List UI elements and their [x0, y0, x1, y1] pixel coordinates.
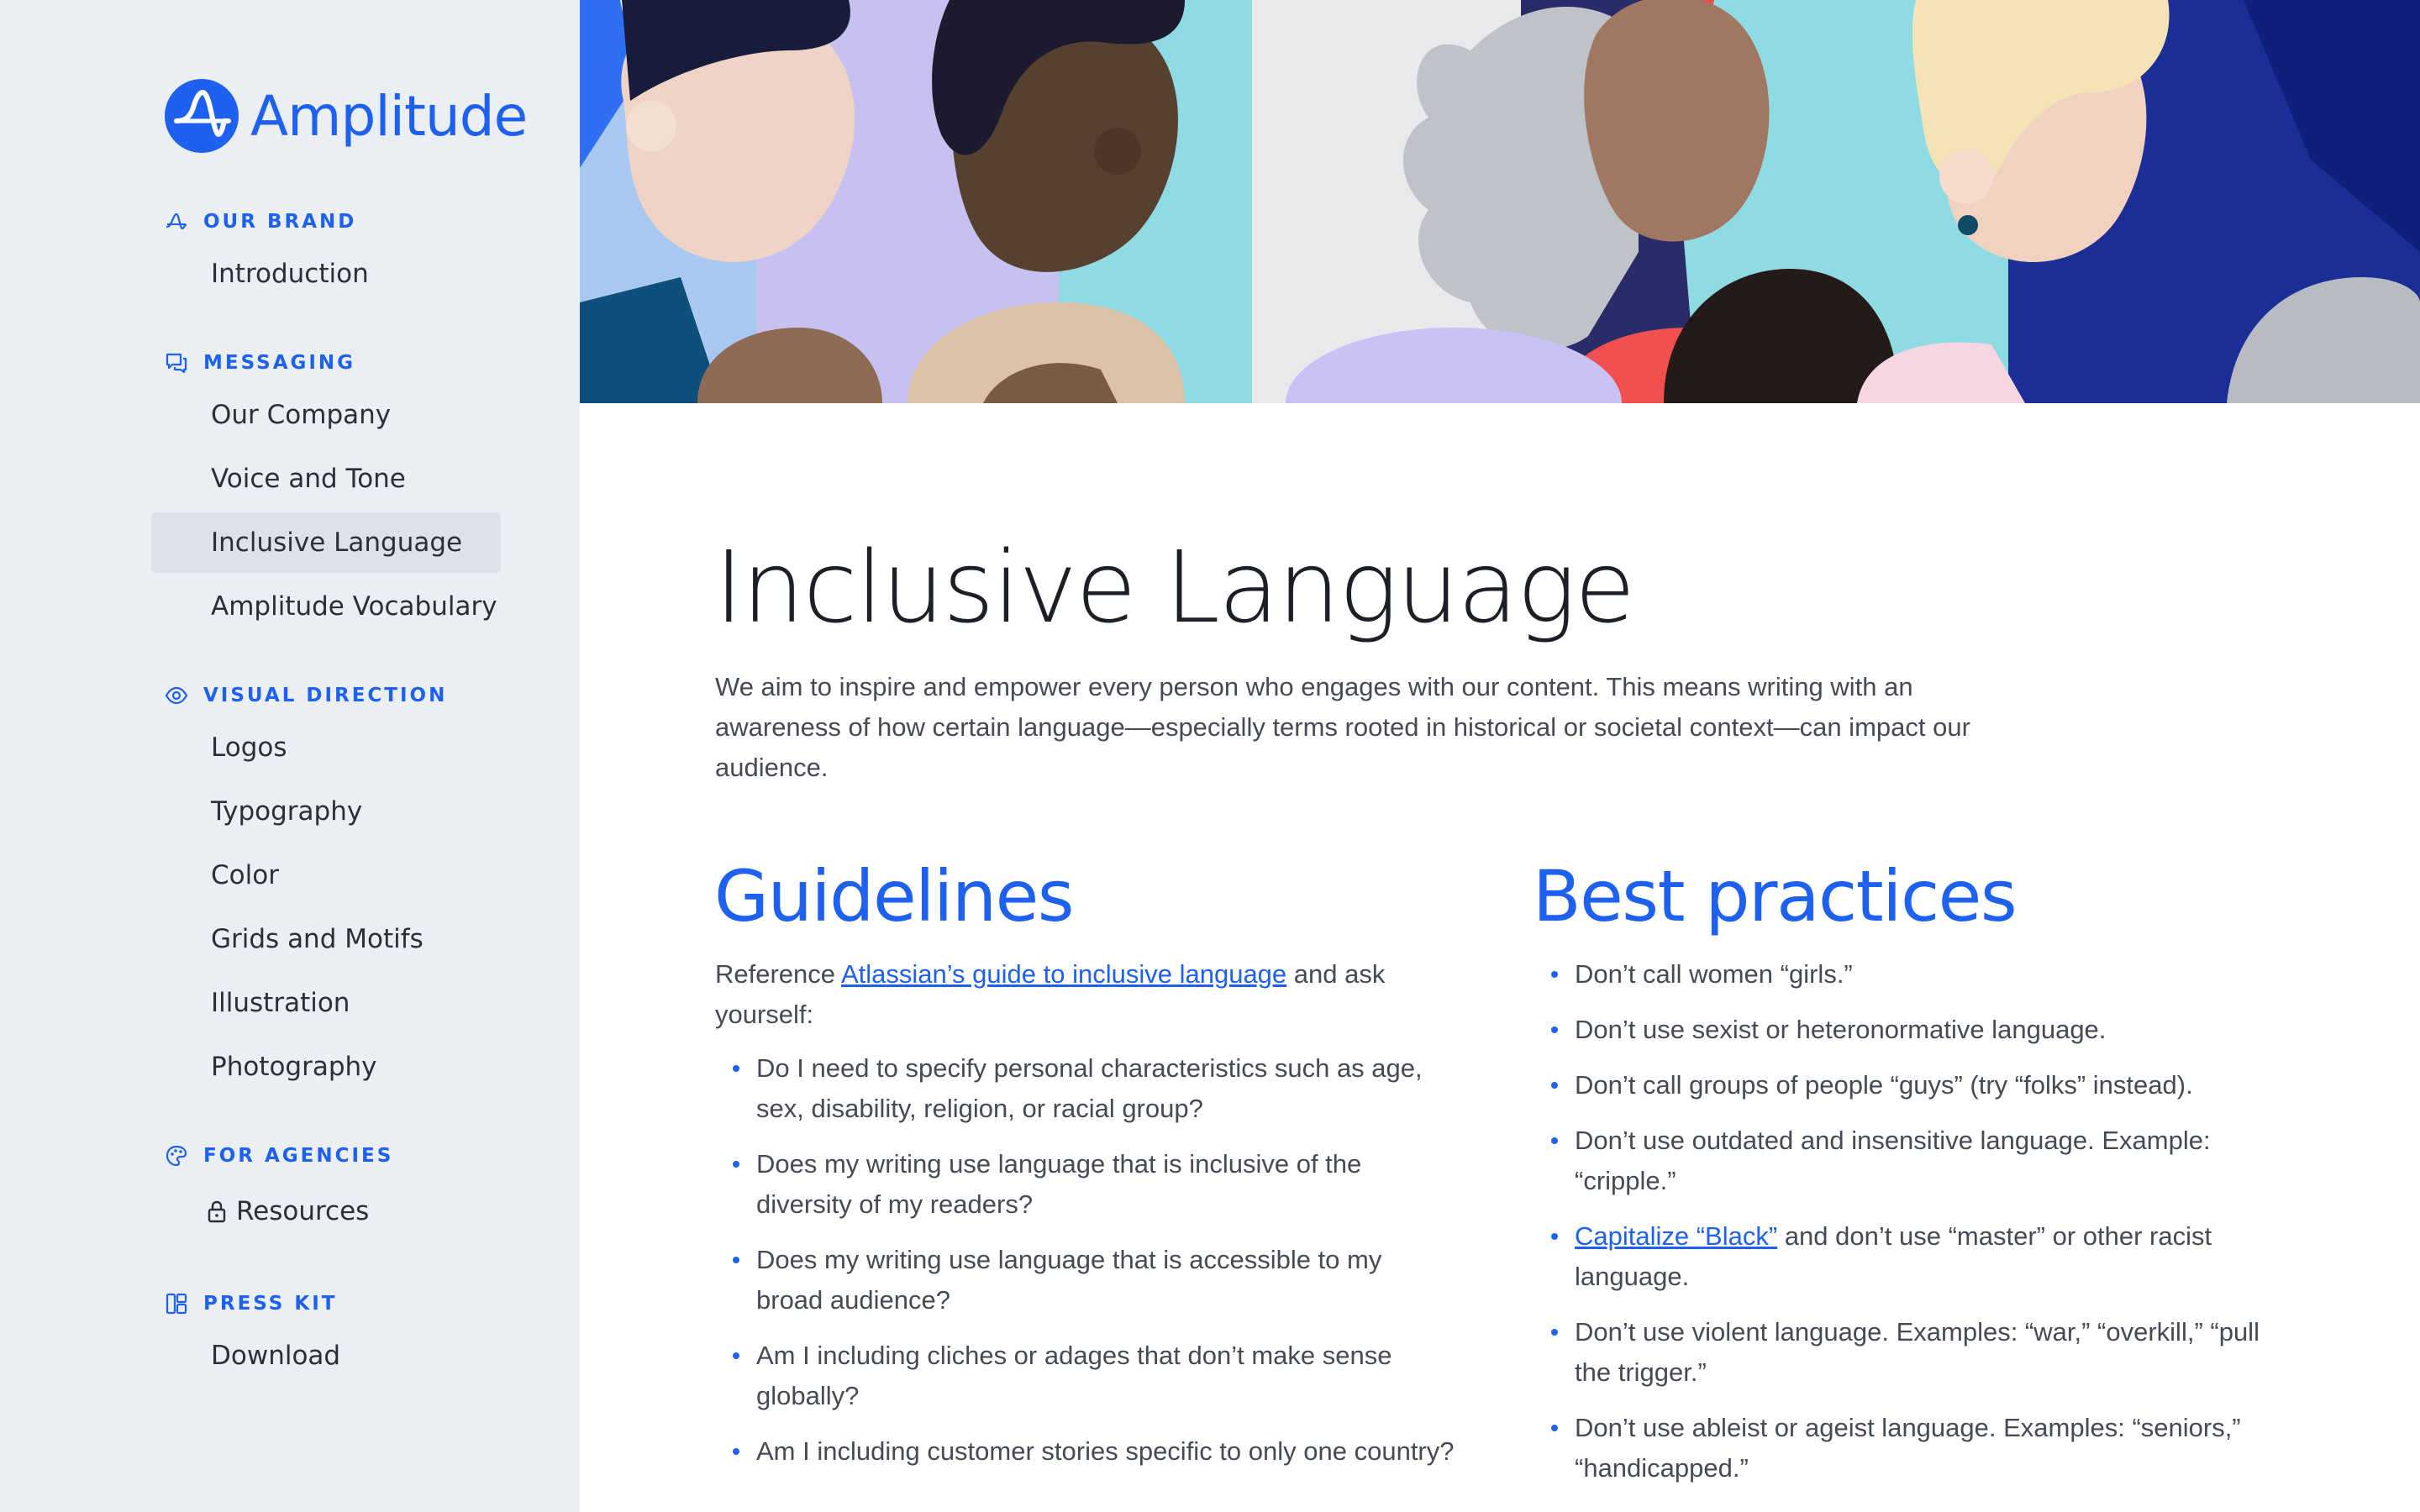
sidebar-item-label: Amplitude Vocabulary: [211, 591, 497, 622]
section-label: OUR BRAND: [203, 211, 357, 233]
sidebar-item-label: Illustration: [211, 988, 350, 1018]
lead-prefix: Reference: [715, 959, 841, 989]
page-title: Inclusive Language: [714, 529, 1635, 645]
sidebar-item-label: Grids and Motifs: [211, 924, 424, 954]
sidebar: Amplitude OUR BRAND Introduction MESSAGI…: [0, 0, 580, 1512]
section-messaging: MESSAGING: [165, 346, 355, 380]
guidelines-list: Do I need to specify personal characteri…: [716, 1048, 1455, 1487]
chat-icon: [166, 353, 187, 374]
sidebar-item-typography[interactable]: Typography: [151, 781, 501, 842]
list-item: Don’t call groups of people “guys” (try …: [1534, 1065, 2291, 1105]
section-label: PRESS KIT: [203, 1293, 338, 1315]
layout-icon: [166, 1293, 187, 1315]
sidebar-item-label: Our Company: [211, 400, 392, 430]
hero-illustration: [580, 0, 2420, 403]
sidebar-item-label: Download: [211, 1341, 341, 1371]
list-item: Don’t use sexist or heteronormative lang…: [1534, 1010, 2291, 1050]
sidebar-item-label: Inclusive Language: [211, 528, 463, 558]
section-label: FOR AGENCIES: [203, 1145, 394, 1167]
sidebar-item-grids-and-motifs[interactable]: Grids and Motifs: [151, 909, 501, 969]
section-our-brand: OUR BRAND: [165, 205, 356, 239]
sidebar-item-logos[interactable]: Logos: [151, 717, 501, 778]
list-item: Am I including customer stories specific…: [716, 1431, 1455, 1472]
section-visual-direction: VISUAL DIRECTION: [165, 679, 447, 712]
sidebar-item-label: Photography: [211, 1052, 377, 1082]
sidebar-item-introduction[interactable]: Introduction: [151, 244, 501, 304]
list-item: Does my writing use language that is acc…: [716, 1240, 1455, 1320]
sidebar-item-amplitude-vocabulary[interactable]: Amplitude Vocabulary: [151, 576, 501, 637]
amplitude-glyph-icon: [166, 213, 187, 230]
list-item: Don’t use ableist or ageist language. Ex…: [1534, 1408, 2291, 1488]
list-item: Do I need to specify personal characteri…: [716, 1048, 1455, 1129]
section-label: MESSAGING: [203, 352, 356, 374]
atlassian-guide-link[interactable]: Atlassian’s guide to inclusive language: [841, 959, 1286, 989]
list-item: Don’t call women “girls.”: [1534, 954, 2291, 995]
best-practices-list: Don’t call women “girls.” Don’t use sexi…: [1534, 954, 2291, 1504]
lock-icon: [208, 1200, 226, 1223]
best-practices-heading: Best practices: [1533, 855, 2018, 937]
brand-name: Amplitude: [250, 83, 528, 149]
amplitude-logo-icon: [165, 79, 239, 153]
section-for-agencies: FOR AGENCIES: [165, 1139, 393, 1173]
section-label: VISUAL DIRECTION: [203, 685, 448, 706]
amplitude-logo[interactable]: Amplitude: [165, 79, 528, 153]
palette-icon: [166, 1145, 187, 1167]
sidebar-item-download[interactable]: Download: [151, 1326, 501, 1386]
sidebar-item-photography[interactable]: Photography: [151, 1037, 501, 1097]
sidebar-item-label: Introduction: [211, 259, 369, 289]
intro-paragraph: We aim to inspire and empower every pers…: [715, 672, 1970, 782]
sidebar-item-voice-and-tone[interactable]: Voice and Tone: [151, 449, 501, 509]
list-item: Don’t use outdated and insensitive langu…: [1534, 1121, 2291, 1201]
capitalize-black-link[interactable]: Capitalize “Black”: [1575, 1221, 1777, 1251]
list-item: Capitalize “Black” and don’t use “master…: [1534, 1216, 2291, 1297]
list-item: Am I including cliches or adages that do…: [716, 1336, 1455, 1416]
sidebar-item-resources[interactable]: Resources: [151, 1181, 501, 1242]
sidebar-item-illustration[interactable]: Illustration: [151, 973, 501, 1033]
sidebar-item-inclusive-language[interactable]: Inclusive Language: [151, 512, 501, 573]
sidebar-item-color[interactable]: Color: [151, 845, 501, 906]
section-press-kit: PRESS KIT: [165, 1287, 337, 1320]
guidelines-lead: Reference Atlassian’s guide to inclusive…: [715, 954, 1455, 1035]
sidebar-item-label: Color: [211, 860, 279, 890]
sidebar-item-label: Voice and Tone: [211, 464, 406, 494]
list-item: Don’t use violent language. Examples: “w…: [1534, 1312, 2291, 1393]
eye-icon: [165, 686, 188, 705]
sidebar-item-label: Logos: [211, 732, 287, 763]
sidebar-item-label: Resources: [236, 1196, 370, 1226]
list-item: Does my writing use language that is inc…: [716, 1144, 1455, 1225]
sidebar-item-label: Typography: [211, 796, 363, 827]
guidelines-heading: Guidelines: [714, 855, 1075, 937]
sidebar-item-our-company[interactable]: Our Company: [151, 385, 501, 445]
